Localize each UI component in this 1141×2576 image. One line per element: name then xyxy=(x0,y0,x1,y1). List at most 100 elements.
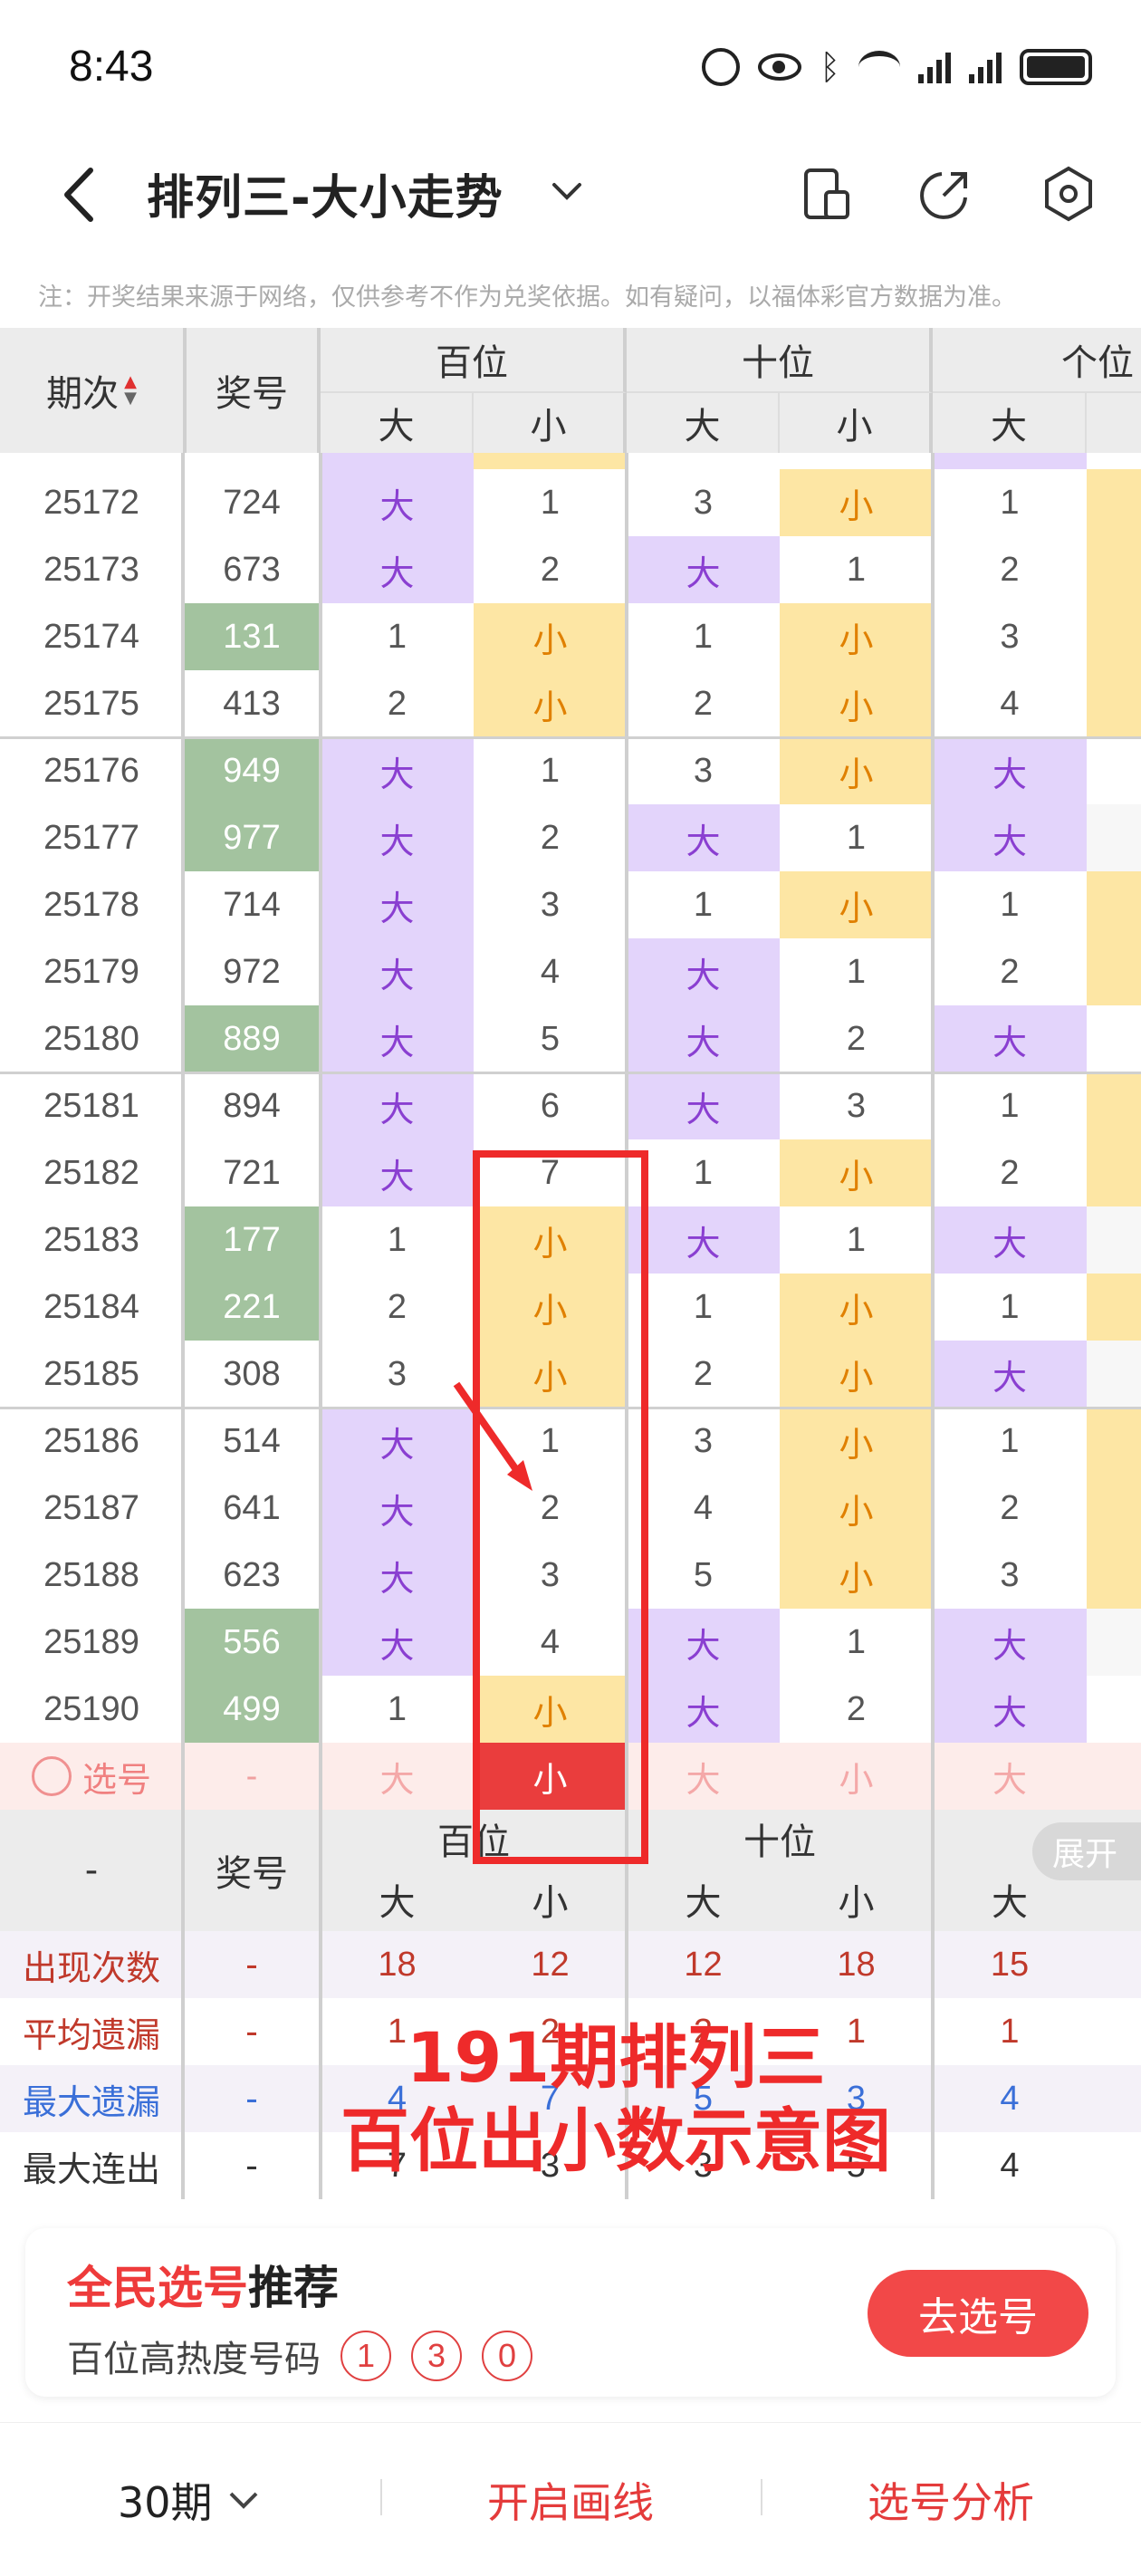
units-small-partial-cell xyxy=(1087,670,1141,737)
battery-icon xyxy=(1020,49,1092,85)
number-cell: 623 xyxy=(223,1555,281,1594)
number-cell: 556 xyxy=(183,1609,321,1676)
tens-big-cell: 大 xyxy=(627,536,780,603)
radio-icon[interactable] xyxy=(31,1756,72,1796)
select-option-cell[interactable]: 小 xyxy=(780,1743,933,1810)
column-divider xyxy=(181,453,185,2199)
units-small-partial-cell xyxy=(1087,603,1141,670)
stats-sub-header: 大 xyxy=(379,1882,416,1924)
lock-icon xyxy=(702,48,741,86)
units-small-partial-cell xyxy=(1087,1206,1141,1274)
issue-header[interactable]: 期次 ▲ ▼ xyxy=(0,328,183,453)
units-small-partial-cell xyxy=(1087,1542,1141,1609)
units-big-cell: 3 xyxy=(1000,1555,1020,1594)
units-big-cell: 大 xyxy=(933,804,1087,871)
stats-value: 12 xyxy=(531,1945,570,1984)
share-icon[interactable] xyxy=(916,165,974,223)
tens-big-cell: 大 xyxy=(627,1005,780,1072)
units-big-cell: 大 xyxy=(933,737,1087,804)
number-cell: 714 xyxy=(223,885,281,924)
stats-dash: - xyxy=(84,1850,99,1891)
expand-button[interactable]: 展开 xyxy=(1032,1822,1141,1880)
number-cell: 949 xyxy=(183,737,321,804)
issue-cell: 25190 xyxy=(43,1689,139,1728)
back-arrow-icon[interactable] xyxy=(54,163,109,226)
select-option-cell[interactable]: 大 xyxy=(321,1743,474,1810)
hundreds-big-cell: 大 xyxy=(321,1408,474,1475)
hundreds-small-cell: 4 xyxy=(540,952,561,991)
sub-header-big: 大 xyxy=(627,393,780,453)
hundreds-big-cell: 大 xyxy=(321,871,474,938)
stats-number: - xyxy=(245,1945,258,1985)
row-group-divider xyxy=(0,1072,1141,1074)
select-option-cell[interactable]: 大 xyxy=(933,1743,1087,1810)
issue-cell: 25175 xyxy=(43,684,139,723)
stats-value: 12 xyxy=(684,1945,723,1984)
recommend-subtitle: 百位高热度号码 xyxy=(67,2339,321,2380)
hundreds-small-cell: 2 xyxy=(540,550,561,589)
hundreds-big-cell: 2 xyxy=(387,684,408,723)
units-big-cell: 1 xyxy=(1000,1421,1020,1460)
units-small-partial-cell xyxy=(1087,1005,1141,1072)
hundreds-big-cell: 大 xyxy=(321,1609,474,1676)
hundreds-big-cell: 大 xyxy=(321,737,474,804)
units-big-cell: 2 xyxy=(1000,550,1020,589)
page-title[interactable]: 排列三-大小走势 xyxy=(147,159,503,227)
tens-small-cell: 小 xyxy=(780,469,933,536)
select-option-cell[interactable]: 大 xyxy=(627,1743,780,1810)
go-select-button[interactable]: 去选号 xyxy=(868,2270,1088,2357)
issue-cell: 25187 xyxy=(43,1488,139,1527)
units-big-cell: 大 xyxy=(933,1206,1087,1274)
device-icon[interactable] xyxy=(799,165,857,223)
hundreds-big-cell: 1 xyxy=(387,1220,408,1259)
tens-small-cell: 1 xyxy=(846,818,867,857)
stats-label: 最大连出 xyxy=(22,2148,160,2189)
tens-big-cell: 5 xyxy=(693,1555,714,1594)
number-cell: 972 xyxy=(223,952,281,991)
hundreds-small-cell: 3 xyxy=(540,1555,561,1594)
settings-icon[interactable] xyxy=(1040,165,1098,223)
issue-cell: 25172 xyxy=(43,483,139,522)
hundreds-small-cell: 1 xyxy=(540,751,561,790)
draw-line-button[interactable]: 开启画线 xyxy=(487,2470,654,2530)
number-cell: 673 xyxy=(223,550,281,589)
hundreds-small-cell: 2 xyxy=(540,1488,561,1527)
annotation-line-2: 百位出小数示意图 xyxy=(340,2100,891,2181)
sub-header-big: 大 xyxy=(933,393,1087,453)
stats-value: 15 xyxy=(990,1945,1030,1984)
chevron-down-icon[interactable] xyxy=(547,172,587,212)
units-big-cell: 大 xyxy=(933,1609,1087,1676)
issue-cell: 25179 xyxy=(43,952,139,991)
tens-small-cell: 小 xyxy=(780,1542,933,1609)
select-label[interactable]: 选号 xyxy=(0,1743,183,1810)
tens-small-cell: 1 xyxy=(846,550,867,589)
units-big-cell: 2 xyxy=(1000,1488,1020,1527)
units-small-partial-cell xyxy=(1087,1676,1141,1743)
hundreds-small-cell: 2 xyxy=(540,818,561,857)
hundreds-small-cell: 小 xyxy=(474,603,627,670)
select-option-cell[interactable]: 小 xyxy=(474,1743,627,1810)
hundreds-big-cell: 大 xyxy=(321,1475,474,1542)
stats-group-hundreds: 百位 xyxy=(437,1821,510,1863)
stats-number-header: 奖号 xyxy=(216,1853,288,1895)
analysis-button[interactable]: 选号分析 xyxy=(868,2470,1034,2530)
tens-big-cell: 大 xyxy=(627,1676,780,1743)
hundreds-small-cell: 小 xyxy=(474,1341,627,1408)
hundreds-small-cell: 小 xyxy=(474,1676,627,1743)
number-cell: 131 xyxy=(183,603,321,670)
issue-cell: 25183 xyxy=(43,1220,139,1259)
number-cell: 514 xyxy=(223,1421,281,1460)
issue-cell: 25180 xyxy=(43,1019,139,1058)
stats-value: 18 xyxy=(837,1945,876,1984)
tens-small-cell: 2 xyxy=(846,1689,867,1728)
hundreds-small-cell: 1 xyxy=(540,483,561,522)
stats-label: 出现次数 xyxy=(22,1947,160,1988)
recommend-title-red: 全民选号 xyxy=(67,2262,248,2314)
number-cell: 894 xyxy=(223,1086,281,1125)
hundreds-small-cell: 3 xyxy=(540,885,561,924)
issue-header-label: 期次 xyxy=(46,373,120,415)
period-select[interactable]: 30期 xyxy=(118,2470,262,2530)
tens-big-cell: 3 xyxy=(693,1421,714,1460)
hundreds-small-cell: 4 xyxy=(540,1622,561,1661)
bottom-tab-bar: 30期 开启画线 选号分析 xyxy=(0,2422,1141,2576)
